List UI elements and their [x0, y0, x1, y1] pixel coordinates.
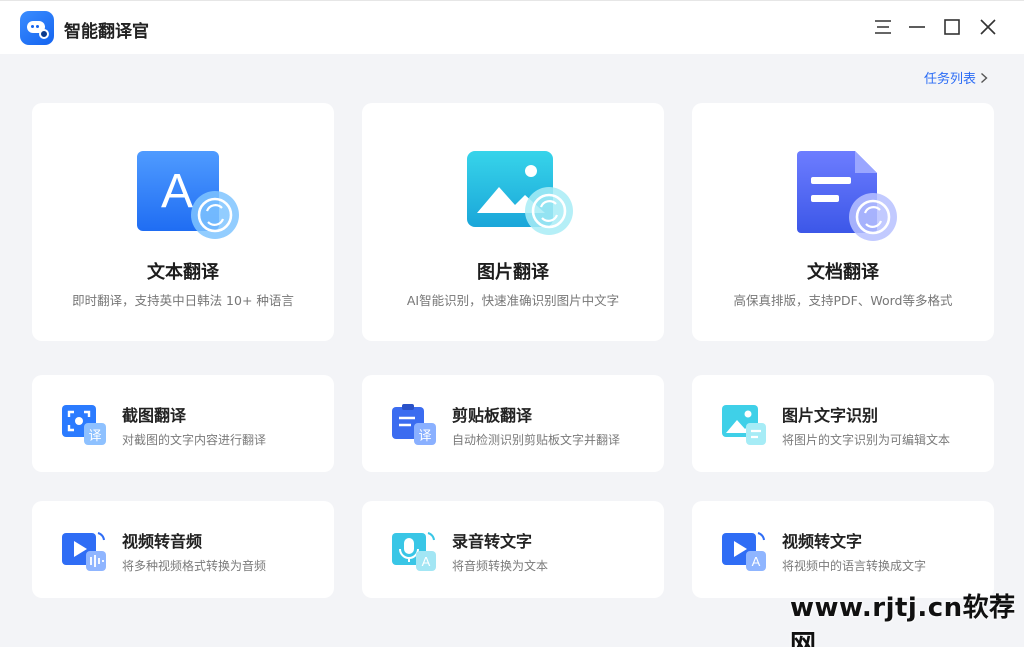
image-ocr-card[interactable]: 图片文字识别 将图片的文字识别为可编辑文本	[692, 375, 994, 472]
menu-icon[interactable]	[871, 15, 895, 39]
svg-text:A: A	[161, 165, 193, 218]
image-translate-card[interactable]: 图片翻译 AI智能识别，快速准确识别图片中文字	[362, 103, 664, 341]
minimize-icon[interactable]	[905, 15, 929, 39]
clipboard-translate-card[interactable]: 译 剪贴板翻译 自动检测识别剪贴板文字并翻译	[362, 375, 664, 472]
app-title: 智能翻译官	[64, 22, 149, 42]
document-translate-desc: 高保真排版，支持PDF、Word等多格式	[733, 293, 953, 308]
clipboard-translate-icon: 译	[390, 403, 438, 447]
close-icon[interactable]	[976, 15, 1000, 39]
video-to-text-card[interactable]: A 视频转文字 将视频中的语言转换成文字	[692, 501, 994, 598]
image-translate-icon	[467, 149, 573, 245]
video-to-audio-icon	[60, 529, 108, 573]
image-ocr-title: 图片文字识别	[782, 406, 879, 425]
screenshot-translate-icon: 译	[60, 403, 108, 447]
video-to-audio-desc: 将多种视频格式转换为音频	[122, 559, 267, 573]
svg-text:A: A	[752, 554, 761, 569]
task-list-label: 任务列表	[923, 72, 976, 87]
title-bar: 智能翻译官	[0, 0, 1024, 54]
audio-to-text-card[interactable]: A 录音转文字 将音频转换为文本	[362, 501, 664, 598]
video-to-text-desc: 将视频中的语言转换成文字	[782, 559, 927, 573]
clipboard-translate-title: 剪贴板翻译	[452, 406, 533, 425]
audio-to-text-title: 录音转文字	[452, 532, 533, 551]
video-to-text-icon: A	[720, 529, 768, 573]
image-translate-desc: AI智能识别，快速准确识别图片中文字	[406, 293, 620, 308]
svg-text:译: 译	[88, 429, 101, 444]
image-translate-title: 图片翻译	[477, 262, 549, 283]
screenshot-translate-title: 截图翻译	[122, 406, 187, 425]
app-logo-icon	[20, 11, 54, 45]
clipboard-translate-desc: 自动检测识别剪贴板文字并翻译	[452, 433, 621, 447]
text-translate-card[interactable]: A 文本翻译 即时翻译，支持英中日韩法 10+ 种语言	[32, 103, 334, 341]
video-to-audio-card[interactable]: 视频转音频 将多种视频格式转换为音频	[32, 501, 334, 598]
text-translate-title: 文本翻译	[147, 262, 219, 283]
watermark-text: www.rjtj.cn软荐网	[790, 593, 1016, 647]
video-to-text-title: 视频转文字	[782, 532, 863, 551]
image-ocr-icon	[720, 403, 768, 447]
image-ocr-desc: 将图片的文字识别为可编辑文本	[782, 433, 951, 447]
text-translate-icon: A	[137, 149, 241, 245]
document-translate-title: 文档翻译	[807, 262, 879, 283]
screenshot-translate-card[interactable]: 译 截图翻译 对截图的文字内容进行翻译	[32, 375, 334, 472]
task-list-link[interactable]: 任务列表	[924, 68, 988, 87]
video-to-audio-title: 视频转音频	[122, 532, 203, 551]
document-translate-card[interactable]: 文档翻译 高保真排版，支持PDF、Word等多格式	[692, 103, 994, 341]
text-translate-desc: 即时翻译，支持英中日韩法 10+ 种语言	[72, 293, 294, 308]
chevron-right-icon	[981, 72, 988, 83]
svg-text:A: A	[422, 554, 431, 569]
screenshot-translate-desc: 对截图的文字内容进行翻译	[122, 433, 267, 447]
maximize-icon[interactable]	[940, 15, 964, 39]
document-translate-icon	[797, 149, 901, 245]
audio-to-text-desc: 将音频转换为文本	[452, 559, 549, 573]
svg-text:译: 译	[418, 429, 431, 444]
audio-to-text-icon: A	[390, 529, 438, 573]
